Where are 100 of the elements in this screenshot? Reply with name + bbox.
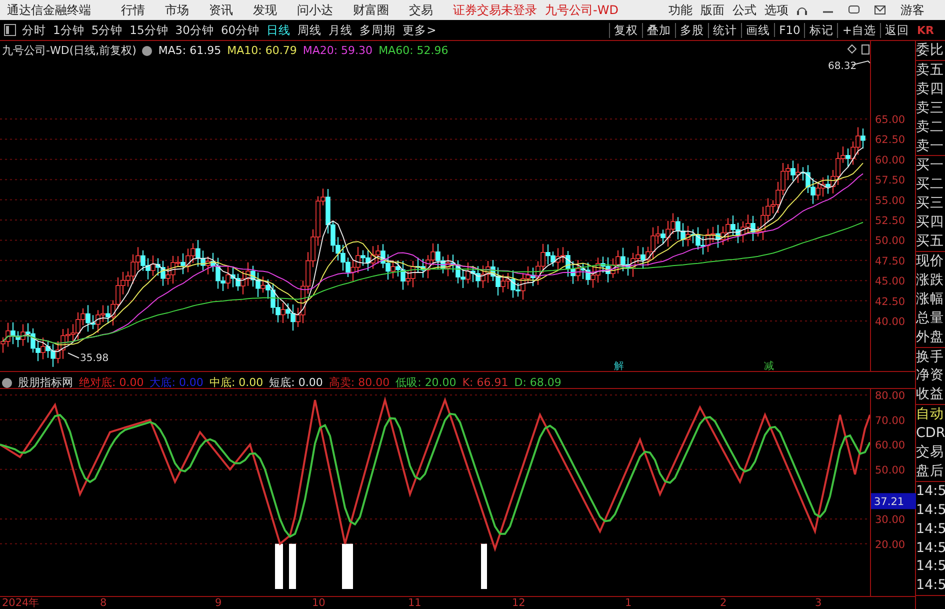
cursor-value-label: 37.21 <box>871 493 916 510</box>
moving-average-value: MA5: 61.95 <box>158 44 222 57</box>
low-price-label: 35.98 <box>80 353 109 364</box>
quote-field: 卖五 <box>916 60 945 80</box>
toolbar-button[interactable]: 返回 <box>880 22 913 38</box>
time-label: 12 <box>512 597 526 609</box>
quote-field: 14:5 <box>916 538 945 558</box>
high-price-label: 68.32 <box>828 61 857 72</box>
menu-item[interactable]: 交易 <box>409 2 433 18</box>
period-tab[interactable]: 30分钟 <box>175 22 214 38</box>
indicator-value: 中底: 0.00 <box>209 375 264 390</box>
quote-field: 买二 <box>916 175 945 194</box>
quote-field: 自动 <box>916 405 945 424</box>
quote-field: 外盘 <box>916 328 945 346</box>
quote-field: 买五 <box>916 232 945 251</box>
toolbar-button[interactable]: +自选 <box>837 22 880 38</box>
event-marker[interactable]: 解 <box>614 361 624 371</box>
moving-average-value: MA10: 60.79 <box>227 44 297 57</box>
menu-item[interactable]: 行情 <box>121 2 145 18</box>
user-label[interactable]: 游客 <box>900 2 924 18</box>
price-tick: 60.00 <box>875 154 906 166</box>
menu-item[interactable]: 发现 <box>253 2 277 18</box>
indicator-tick: 80.00 <box>875 390 906 402</box>
menu-item[interactable]: 选项 <box>764 2 788 18</box>
quote-field: 卖三 <box>916 98 945 118</box>
menu-item[interactable]: 公式 <box>732 2 756 18</box>
price-tick: 40.00 <box>875 316 906 328</box>
quote-field: 净资 <box>916 366 945 386</box>
menu-item[interactable]: 版面 <box>700 2 724 18</box>
price-tick: 57.50 <box>875 174 906 187</box>
chart-title: 九号公司-WD(日线,前复权) <box>2 43 136 58</box>
quote-field: 买一 <box>916 156 945 176</box>
indicator-value: 低吸: 20.00 <box>396 375 456 390</box>
menu-item[interactable]: 问小达 <box>297 2 333 18</box>
time-label: 2024年 <box>2 597 40 609</box>
quote-field: 卖一 <box>916 136 945 156</box>
quote-field: 委比 <box>916 41 945 60</box>
period-tab[interactable]: 分时 <box>22 22 46 38</box>
time-label: 8 <box>100 597 107 609</box>
quote-field: 卖二 <box>916 118 945 137</box>
toolbar-button[interactable]: 多股 <box>675 22 708 38</box>
app-name: 通达信金融终端 <box>7 2 91 18</box>
indicator-value: 绝对底: 0.00 <box>79 375 144 390</box>
price-tick: 45.00 <box>875 276 906 288</box>
toolbar-button[interactable]: 叠加 <box>642 22 676 38</box>
trade-status[interactable]: 证券交易未登录 <box>453 2 537 18</box>
toolbar-button[interactable]: F10 <box>774 23 804 37</box>
toolbar-button[interactable]: 统计 <box>708 22 742 38</box>
price-tick: 62.50 <box>875 134 906 146</box>
time-label: 11 <box>408 597 422 609</box>
quote-field: 盘后 <box>916 462 945 481</box>
period-tab[interactable]: 周线 <box>298 22 322 38</box>
quote-field: 14:5 <box>916 576 945 596</box>
period-tab[interactable]: 60分钟 <box>220 22 260 38</box>
time-label: 10 <box>312 597 326 609</box>
menu-item[interactable]: 市场 <box>165 2 189 18</box>
period-tab[interactable]: 1分钟 <box>53 22 84 38</box>
time-label: 3 <box>815 597 822 609</box>
indicator-title: 股朋指标网 <box>18 375 73 390</box>
quote-field: 买三 <box>916 194 945 214</box>
price-tick: 42.50 <box>875 296 906 308</box>
time-label: 1 <box>625 597 632 609</box>
indicator-tick: 50.00 <box>875 464 906 477</box>
toolbar-button[interactable]: 复权 <box>609 22 642 38</box>
quote-field: 14:5 <box>916 482 945 501</box>
price-tick: 50.00 <box>875 235 906 248</box>
period-tab[interactable]: 月线 <box>328 22 353 38</box>
price-tick: 55.00 <box>875 194 906 207</box>
period-tab[interactable]: 多周期 <box>360 22 396 38</box>
quote-field: 卖四 <box>916 80 945 99</box>
quote-field: 14:5 <box>916 557 945 576</box>
quote-field: 买四 <box>916 213 945 232</box>
period-tab[interactable]: 日线 <box>266 22 291 38</box>
menu-item[interactable]: 财富圈 <box>353 2 389 18</box>
quote-field: 收益 <box>916 385 945 404</box>
indicator-tick: 30.00 <box>875 514 906 526</box>
period-tab[interactable]: 5分钟 <box>91 22 123 38</box>
quote-field: 涨跌 <box>916 270 945 290</box>
moving-average-value: MA20: 59.30 <box>302 44 373 57</box>
indicator-tick: 70.00 <box>875 415 906 428</box>
moving-average-value: MA60: 52.96 <box>378 44 448 57</box>
time-label: 9 <box>215 597 222 609</box>
toolbar-button[interactable]: 标记 <box>804 22 838 38</box>
indicator-tick: 60.00 <box>875 440 906 452</box>
quote-field: 换手 <box>916 348 945 366</box>
price-tick: 52.50 <box>875 215 906 227</box>
menu-item[interactable]: 功能 <box>668 2 692 18</box>
period-tab[interactable]: 15分钟 <box>130 22 168 38</box>
corner-label: KR <box>916 24 935 36</box>
period-tab[interactable]: 更多> <box>402 22 436 38</box>
event-marker[interactable]: 减 <box>764 361 774 371</box>
quote-field: 涨幅 <box>916 290 945 309</box>
indicator-value: K: 66.91 <box>462 376 508 389</box>
price-tick: 47.50 <box>875 255 906 268</box>
indicator-value: D: 68.09 <box>514 376 562 389</box>
quote-field: 交易 <box>916 443 945 462</box>
stock-name: 九号公司-WD <box>545 2 618 18</box>
toolbar-button[interactable]: 画线 <box>741 22 774 38</box>
menu-item[interactable]: 资讯 <box>209 2 233 18</box>
indicator-tick: 20.00 <box>875 539 906 552</box>
